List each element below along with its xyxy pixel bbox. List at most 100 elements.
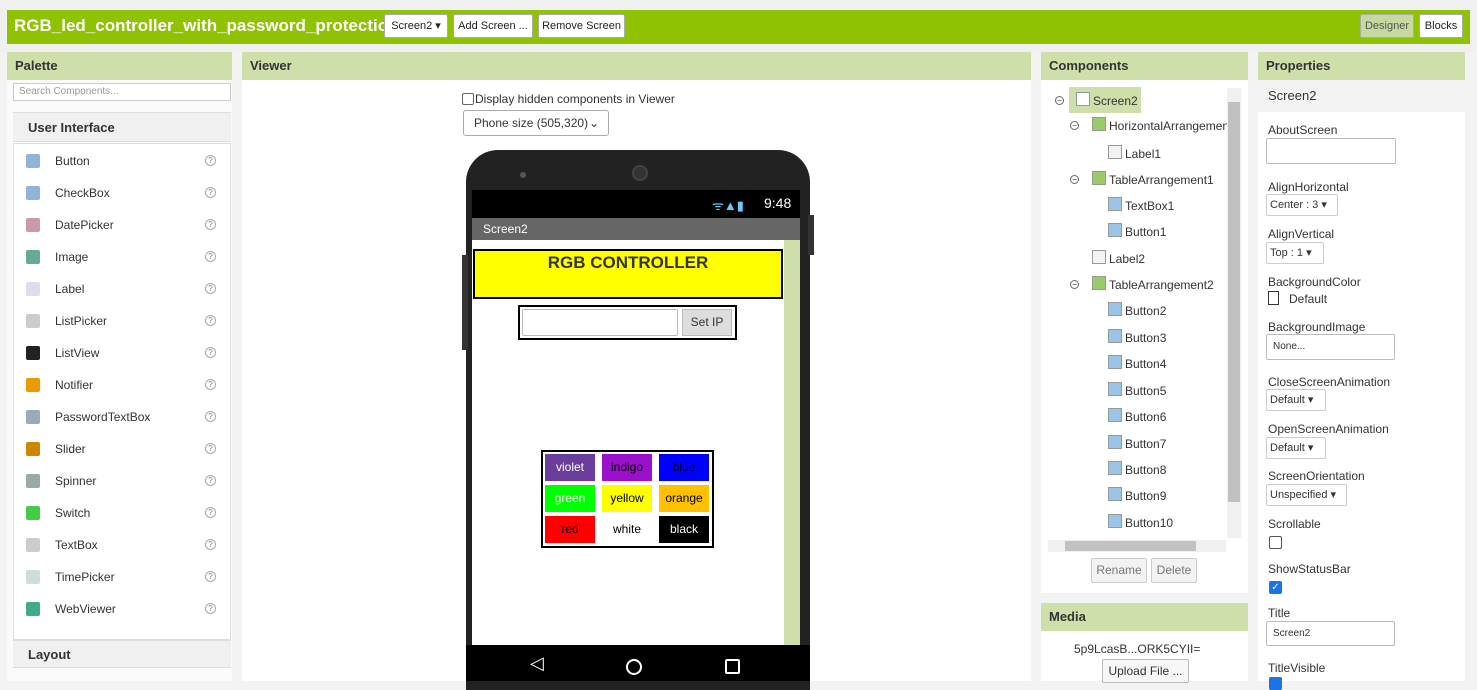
color-button-orange[interactable]: orange — [659, 485, 709, 512]
help-icon[interactable]: ? — [205, 251, 216, 262]
palette-item-notifier[interactable]: Notifier? — [13, 370, 231, 402]
component-button10[interactable]: Button10 — [1125, 516, 1173, 530]
help-icon[interactable]: ? — [205, 443, 216, 454]
open-animation-select[interactable]: Default ▾ — [1266, 437, 1326, 459]
recents-icon[interactable] — [725, 659, 740, 674]
help-icon[interactable]: ? — [205, 571, 216, 582]
help-icon[interactable]: ? — [205, 603, 216, 614]
palette-item-listview[interactable]: ListView? — [13, 338, 231, 370]
color-button-blue[interactable]: blue — [659, 454, 709, 481]
label-icon — [1108, 145, 1122, 159]
collapse-icon[interactable]: − — [1055, 96, 1064, 105]
display-hidden-checkbox[interactable] — [462, 93, 474, 105]
help-icon[interactable]: ? — [205, 155, 216, 166]
component-button6[interactable]: Button6 — [1125, 410, 1166, 424]
user-interface-section[interactable]: User Interface — [13, 112, 231, 142]
collapse-icon[interactable]: − — [1070, 121, 1079, 130]
background-image-input[interactable]: None... — [1266, 334, 1395, 360]
component-button8[interactable]: Button8 — [1125, 463, 1166, 477]
palette-item-textbox[interactable]: TextBox? — [13, 530, 231, 562]
help-icon[interactable]: ? — [205, 187, 216, 198]
upload-file-button[interactable]: Upload File ... — [1102, 659, 1189, 683]
help-icon[interactable]: ? — [205, 475, 216, 486]
delete-button[interactable]: Delete — [1151, 558, 1197, 583]
rgb-controller-label[interactable]: RGB CONTROLLER — [473, 249, 783, 299]
component-textbox1[interactable]: TextBox1 — [1125, 199, 1174, 213]
set-ip-button[interactable]: Set IP — [682, 309, 732, 336]
screen-select-dropdown[interactable]: Screen2 ▾ — [384, 14, 448, 38]
component-button2[interactable]: Button2 — [1125, 304, 1166, 318]
help-icon[interactable]: ? — [205, 315, 216, 326]
palette-item-checkbox[interactable]: CheckBox? — [13, 178, 231, 210]
screen-orientation-select[interactable]: Unspecified ▾ — [1266, 484, 1347, 506]
collapse-icon[interactable]: − — [1070, 175, 1079, 184]
blocks-button[interactable]: Blocks — [1419, 14, 1463, 38]
components-scroll-thumb-v[interactable] — [1228, 102, 1240, 502]
palette-item-label[interactable]: Label? — [13, 274, 231, 306]
search-components-input[interactable]: Search Components... — [13, 83, 231, 101]
about-screen-textarea[interactable] — [1266, 138, 1396, 164]
background-color-swatch[interactable] — [1268, 291, 1279, 305]
component-button4[interactable]: Button4 — [1125, 357, 1166, 371]
component-horizontalarrangemen[interactable]: HorizontalArrangemen — [1109, 119, 1229, 133]
help-icon[interactable]: ? — [205, 219, 216, 230]
component-button9[interactable]: Button9 — [1125, 489, 1166, 503]
component-button5[interactable]: Button5 — [1125, 384, 1166, 398]
palette-item-label: PasswordTextBox — [55, 410, 151, 424]
back-icon[interactable]: ◁ — [530, 653, 544, 674]
scrollable-checkbox[interactable] — [1269, 536, 1282, 549]
palette-item-listpicker[interactable]: ListPicker? — [13, 306, 231, 338]
palette-item-switch[interactable]: Switch? — [13, 498, 231, 530]
color-button-yellow[interactable]: yellow — [602, 485, 652, 512]
timepicker-icon — [26, 570, 40, 584]
add-screen-button[interactable]: Add Screen ... — [453, 14, 533, 38]
component-label1[interactable]: Label1 — [1125, 147, 1161, 161]
color-button-indigo[interactable]: indigo — [602, 454, 652, 481]
palette-item-webviewer[interactable]: WebViewer? — [13, 594, 231, 626]
title-visible-checkbox[interactable] — [1269, 677, 1282, 690]
color-button-white[interactable]: white — [602, 516, 652, 543]
media-file[interactable]: 5p9LcasB...ORK5CYII= — [1074, 642, 1200, 656]
component-screen2[interactable]: Screen2 — [1093, 94, 1138, 108]
remove-screen-button[interactable]: Remove Screen — [538, 14, 625, 38]
help-icon[interactable]: ? — [205, 507, 216, 518]
home-icon[interactable] — [626, 659, 642, 675]
component-label2[interactable]: Label2 — [1109, 252, 1145, 266]
component-button1[interactable]: Button1 — [1125, 225, 1166, 239]
palette-item-button[interactable]: Button? — [13, 146, 231, 178]
ip-textbox[interactable] — [522, 309, 678, 336]
components-scroll-thumb-h[interactable] — [1065, 541, 1196, 551]
palette-item-timepicker[interactable]: TimePicker? — [13, 562, 231, 594]
color-button-red[interactable]: red — [545, 516, 595, 543]
help-icon[interactable]: ? — [205, 379, 216, 390]
color-button-violet[interactable]: violet — [545, 454, 595, 481]
color-button-black[interactable]: black — [659, 516, 709, 543]
palette-item-slider[interactable]: Slider? — [13, 434, 231, 466]
component-tablearrangement1[interactable]: TableArrangement1 — [1109, 173, 1214, 187]
collapse-icon[interactable]: − — [1070, 280, 1079, 289]
background-color-value[interactable]: Default — [1289, 292, 1327, 306]
help-icon[interactable]: ? — [205, 347, 216, 358]
help-icon[interactable]: ? — [205, 539, 216, 550]
show-status-bar-checkbox[interactable]: ✓ — [1269, 581, 1282, 594]
component-button7[interactable]: Button7 — [1125, 437, 1166, 451]
palette-item-image[interactable]: Image? — [13, 242, 231, 274]
designer-button[interactable]: Designer — [1360, 14, 1414, 38]
color-button-green[interactable]: green — [545, 485, 595, 512]
title-input[interactable]: Screen2 — [1266, 621, 1395, 646]
close-animation-select[interactable]: Default ▾ — [1266, 389, 1326, 411]
align-vertical-select[interactable]: Top : 1 ▾ — [1266, 242, 1324, 264]
layout-section[interactable]: Layout — [13, 640, 231, 668]
help-icon[interactable]: ? — [205, 411, 216, 422]
palette-item-datepicker[interactable]: DatePicker? — [13, 210, 231, 242]
component-tablearrangement2[interactable]: TableArrangement2 — [1109, 278, 1214, 292]
palette-item-spinner[interactable]: Spinner? — [13, 466, 231, 498]
component-button3[interactable]: Button3 — [1125, 331, 1166, 345]
help-icon[interactable]: ? — [205, 283, 216, 294]
phone-size-select[interactable]: Phone size (505,320) ⌄ — [463, 110, 609, 136]
palette-item-passwordtextbox[interactable]: PasswordTextBox? — [13, 402, 231, 434]
display-hidden-checkbox-row[interactable]: Display hidden components in Viewer — [462, 92, 675, 106]
rename-button[interactable]: Rename — [1091, 558, 1147, 583]
align-horizontal-select[interactable]: Center : 3 ▾ — [1266, 194, 1338, 216]
palette-item-label: TextBox — [55, 538, 98, 552]
